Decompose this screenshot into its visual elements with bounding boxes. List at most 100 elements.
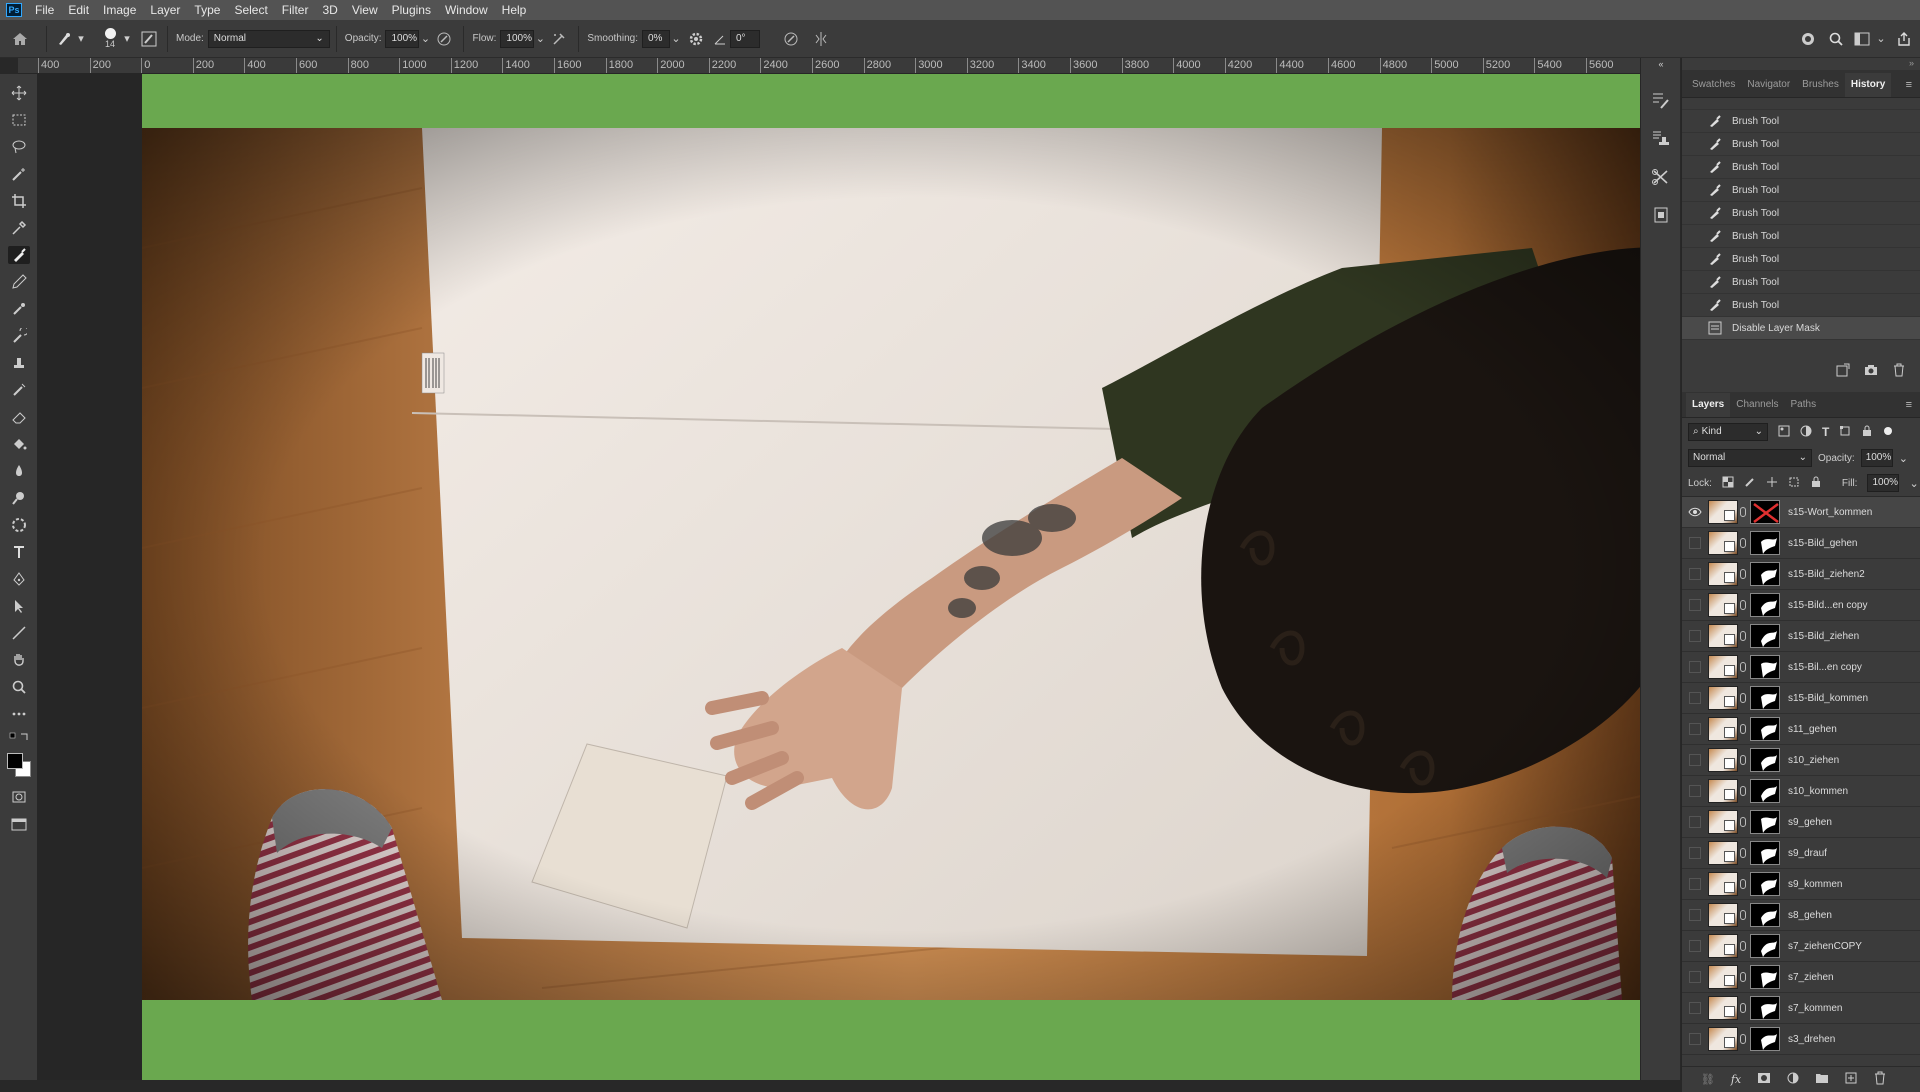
smoothing-field[interactable]: 0% xyxy=(641,29,670,48)
marquee-tool-icon[interactable] xyxy=(8,111,30,129)
layer-row[interactable]: s7_ziehen xyxy=(1682,962,1920,993)
brush-preset-icon[interactable] xyxy=(53,31,75,47)
visibility-toggle-icon[interactable] xyxy=(1682,971,1708,983)
chevron-down-icon[interactable]: ⌄ xyxy=(1874,32,1888,45)
screen-mode-icon[interactable] xyxy=(8,815,30,833)
crop-tool-icon[interactable] xyxy=(8,192,30,210)
menu-item-file[interactable]: File xyxy=(28,0,61,20)
history-item-disable-mask[interactable]: Disable Layer Mask xyxy=(1682,317,1920,340)
mask-link-icon[interactable] xyxy=(1740,538,1746,548)
pen-tool-icon[interactable] xyxy=(8,570,30,588)
adjustment-filter-icon[interactable] xyxy=(1800,425,1812,440)
flow-field[interactable]: 100% xyxy=(500,29,535,48)
share-icon[interactable] xyxy=(1888,31,1920,47)
layer-row[interactable]: s3_drehen xyxy=(1682,1024,1920,1055)
mask-link-icon[interactable] xyxy=(1740,507,1746,517)
pressure-size-icon[interactable] xyxy=(776,31,806,47)
foreground-color-swatch[interactable] xyxy=(6,753,23,769)
smart-object-filter-icon[interactable] xyxy=(1861,425,1873,440)
chevron-down-icon[interactable]: ▾ xyxy=(121,32,133,45)
menu-item-select[interactable]: Select xyxy=(227,0,274,20)
layer-row[interactable]: s15-Bild_ziehen2 xyxy=(1682,559,1920,590)
hand-tool-icon[interactable] xyxy=(8,651,30,669)
mask-link-icon[interactable] xyxy=(1740,910,1746,920)
visibility-toggle-icon[interactable] xyxy=(1682,692,1708,704)
layer-blend-mode-select[interactable]: Normal ⌄ xyxy=(1688,449,1812,467)
chevron-down-icon[interactable]: ⌄ xyxy=(419,32,431,45)
history-item[interactable]: Brush Tool xyxy=(1682,179,1920,202)
lock-pixels-icon[interactable] xyxy=(1744,476,1756,491)
menu-item-filter[interactable]: Filter xyxy=(275,0,316,20)
layers-tab-channels[interactable]: Channels xyxy=(1730,393,1784,417)
gear-icon[interactable] xyxy=(682,31,710,47)
visibility-toggle-icon[interactable] xyxy=(1682,1033,1708,1045)
panel-menu-icon[interactable]: ≡ xyxy=(1906,399,1920,417)
layer-row[interactable]: s10_kommen xyxy=(1682,776,1920,807)
brush-size-picker[interactable]: 14 xyxy=(99,28,121,49)
lock-position-icon[interactable] xyxy=(1766,476,1778,491)
history-item[interactable]: Brush Tool xyxy=(1682,156,1920,179)
workspace-icon[interactable] xyxy=(1850,32,1874,46)
visibility-toggle-icon[interactable] xyxy=(1682,909,1708,921)
layer-mask-thumbnail[interactable] xyxy=(1750,965,1780,989)
chevron-down-icon[interactable]: ⌄ xyxy=(1899,452,1908,465)
path-selection-tool-icon[interactable] xyxy=(8,597,30,615)
history-tab-brushes[interactable]: Brushes xyxy=(1796,73,1845,97)
visibility-toggle-icon[interactable] xyxy=(1682,537,1708,549)
visibility-toggle-icon[interactable] xyxy=(1682,568,1708,580)
lock-all-icon[interactable] xyxy=(1810,476,1822,491)
chevron-down-icon[interactable]: ⌄ xyxy=(670,32,682,45)
brush-settings-icon[interactable] xyxy=(1641,82,1681,120)
filter-toggle-icon[interactable] xyxy=(1883,426,1893,439)
visibility-toggle-icon[interactable] xyxy=(1682,754,1708,766)
history-item[interactable]: Brush Tool xyxy=(1682,248,1920,271)
layer-row[interactable]: s10_ziehen xyxy=(1682,745,1920,776)
pixel-filter-icon[interactable] xyxy=(1778,425,1790,440)
more-tools-icon[interactable] xyxy=(8,705,30,723)
menu-item-view[interactable]: View xyxy=(345,0,385,20)
visibility-toggle-icon[interactable] xyxy=(1682,785,1708,797)
menu-item-3d[interactable]: 3D xyxy=(315,0,344,20)
mask-link-icon[interactable] xyxy=(1740,600,1746,610)
layer-opacity-field[interactable]: 100% xyxy=(1860,449,1893,467)
mask-link-icon[interactable] xyxy=(1740,786,1746,796)
mask-link-icon[interactable] xyxy=(1740,755,1746,765)
visibility-toggle-icon[interactable] xyxy=(1682,630,1708,642)
collapse-arrows-icon[interactable]: « xyxy=(1641,59,1681,69)
history-item[interactable]: Brush Tool xyxy=(1682,202,1920,225)
layer-row[interactable]: s15-Bild_gehen xyxy=(1682,528,1920,559)
menu-item-image[interactable]: Image xyxy=(96,0,143,20)
new-document-from-state-icon[interactable] xyxy=(1836,363,1850,380)
layer-mask-thumbnail[interactable] xyxy=(1750,779,1780,803)
layer-row[interactable]: s8_gehen xyxy=(1682,900,1920,931)
visibility-toggle-icon[interactable] xyxy=(1682,878,1708,890)
layer-row[interactable]: s9_kommen xyxy=(1682,869,1920,900)
type-filter-icon[interactable]: T xyxy=(1822,425,1829,439)
menu-item-help[interactable]: Help xyxy=(495,0,534,20)
menu-item-edit[interactable]: Edit xyxy=(61,0,96,20)
layer-mask-thumbnail[interactable] xyxy=(1750,903,1780,927)
visibility-toggle-icon[interactable] xyxy=(1682,599,1708,611)
history-item[interactable]: Brush Tool xyxy=(1682,110,1920,133)
type-tool-icon[interactable] xyxy=(8,543,30,561)
chevron-down-icon[interactable]: ⌄ xyxy=(1909,477,1918,490)
paint-bucket-tool-icon[interactable] xyxy=(8,435,30,453)
layer-filter-kind[interactable]: ⌕ Kind ⌄ xyxy=(1688,423,1768,441)
art-history-brush-icon[interactable] xyxy=(8,381,30,399)
chevron-down-icon[interactable]: ▾ xyxy=(75,32,87,45)
layer-mask-thumbnail[interactable] xyxy=(1750,686,1780,710)
mask-link-icon[interactable] xyxy=(1740,1034,1746,1044)
mask-link-icon[interactable] xyxy=(1740,817,1746,827)
menu-item-type[interactable]: Type xyxy=(187,0,227,20)
history-item[interactable]: Brush Tool xyxy=(1682,133,1920,156)
history-tab-swatches[interactable]: Swatches xyxy=(1686,73,1741,97)
layer-mask-thumbnail[interactable] xyxy=(1750,872,1780,896)
document-photo[interactable] xyxy=(142,128,1680,1000)
pressure-opacity-icon[interactable] xyxy=(431,31,457,47)
layer-mask-thumbnail[interactable] xyxy=(1750,810,1780,834)
clone-stamp-tool-icon[interactable] xyxy=(8,300,30,318)
collapse-panel-icon[interactable]: » xyxy=(1682,58,1920,70)
color-swatches[interactable] xyxy=(5,751,33,779)
history-item[interactable]: Brush Tool xyxy=(1682,225,1920,248)
search-icon[interactable] xyxy=(1822,31,1850,47)
